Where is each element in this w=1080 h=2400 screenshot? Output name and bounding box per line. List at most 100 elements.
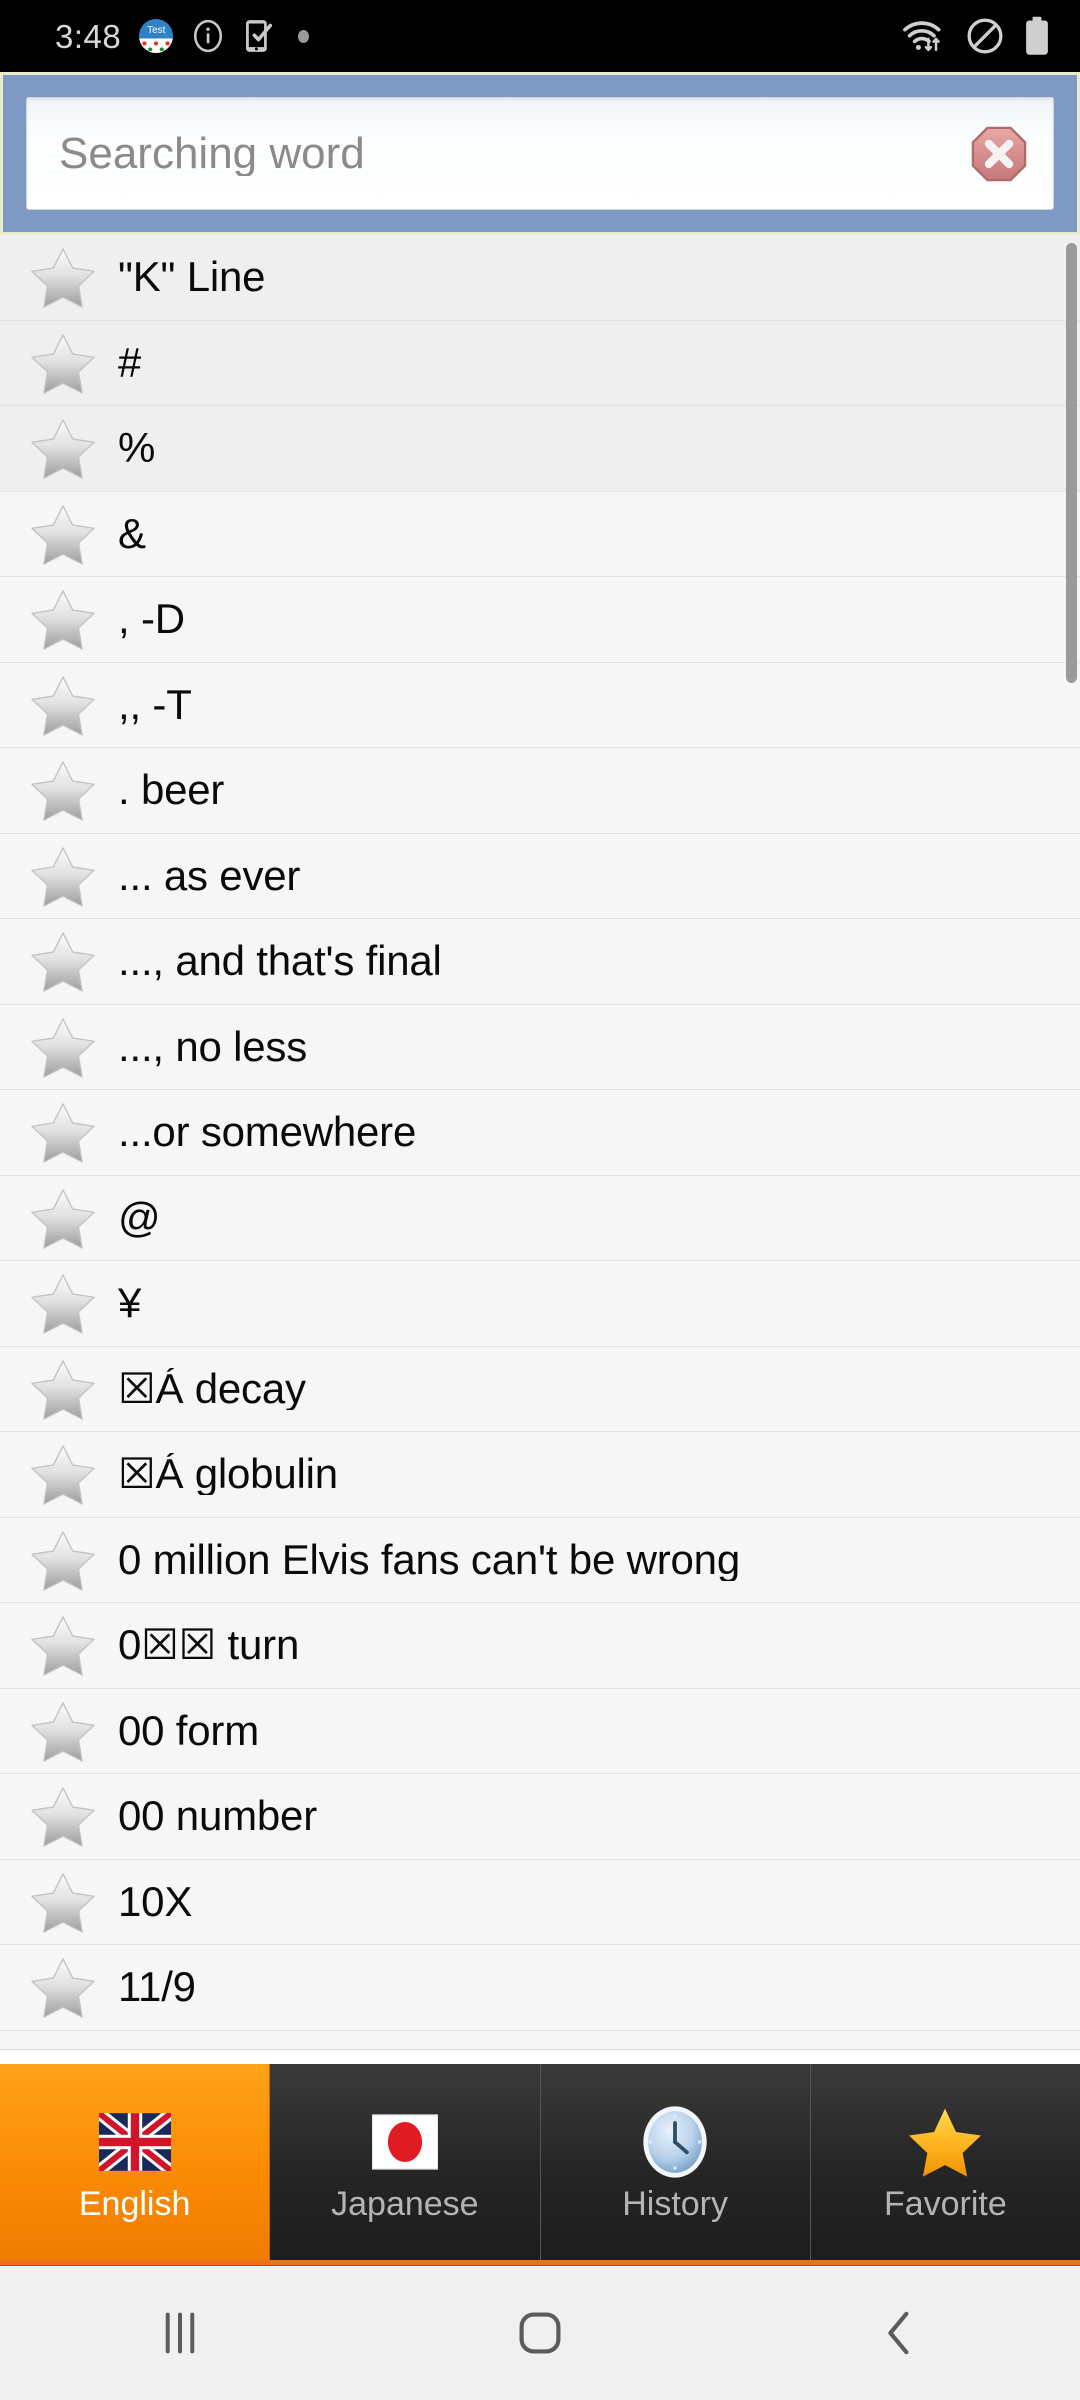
star-outline-icon[interactable] (30, 331, 96, 395)
tab-english[interactable]: English (0, 2064, 271, 2260)
star-outline-icon[interactable] (30, 1870, 96, 1934)
list-item[interactable]: & (0, 491, 1080, 577)
list-item[interactable]: . beer (0, 748, 1080, 834)
star-outline-icon[interactable] (30, 1699, 96, 1763)
home-icon[interactable] (465, 2266, 615, 2400)
star-outline-icon[interactable] (30, 673, 96, 737)
star-outline-icon[interactable] (30, 245, 96, 309)
recents-icon[interactable] (105, 2266, 255, 2400)
star-outline-icon[interactable] (30, 1613, 96, 1677)
star-outline-icon[interactable] (30, 844, 96, 908)
search-panel: Searching word (0, 72, 1080, 235)
back-icon[interactable] (825, 2266, 975, 2400)
list-bottom-gap (0, 2049, 1080, 2064)
star-outline-icon[interactable] (30, 1955, 96, 2019)
list-item-label: & (118, 512, 146, 555)
list-item-label: ... as ever (118, 854, 301, 897)
list-item-label: 10X (118, 1880, 193, 1923)
star-outline-icon[interactable] (30, 1100, 96, 1164)
word-list-container[interactable]: "K" Line #% & , -D ,, -T . beer ... as ever...… (0, 235, 1080, 2049)
list-item[interactable]: ..., and that's final (0, 919, 1080, 1005)
list-item[interactable]: ...or somewhere (0, 1090, 1080, 1176)
list-item-label: ☒Á decay (118, 1367, 306, 1410)
list-item[interactable]: ..., no less (0, 1004, 1080, 1090)
list-item-label: 0☒☒ turn (118, 1624, 300, 1667)
tab-label: English (78, 2185, 191, 2223)
list-item-label: 11/9 (118, 1966, 196, 2009)
list-item[interactable]: ... as ever (0, 833, 1080, 919)
tab-label: Japanese (331, 2185, 479, 2223)
star-outline-icon[interactable] (30, 1357, 96, 1421)
list-item-label: ..., no less (118, 1025, 308, 1068)
battery-icon (1024, 16, 1050, 56)
tab-label: History (622, 2185, 729, 2223)
list-item-label: 0 million Elvis fans can't be wrong (118, 1538, 740, 1581)
star-outline-icon[interactable] (30, 929, 96, 993)
search-input[interactable]: Searching word (26, 97, 1054, 210)
star-outline-icon[interactable] (30, 758, 96, 822)
do-not-disturb-icon (966, 17, 1004, 55)
list-scrollbar-thumb[interactable] (1066, 243, 1077, 683)
star-outline-icon[interactable] (30, 502, 96, 566)
status-bar-right (902, 16, 1050, 56)
clock-icon (636, 2103, 714, 2181)
star-outline-icon[interactable] (30, 1186, 96, 1250)
japan-flag-icon (366, 2103, 444, 2181)
star-outline-icon[interactable] (30, 1442, 96, 1506)
star-outline-icon[interactable] (30, 1784, 96, 1848)
list-item[interactable]: ☒Á decay (0, 1346, 1080, 1432)
status-clock: 3:48 (55, 17, 122, 55)
bottom-tab-bar: English Japanese History Favorite (0, 2064, 1080, 2265)
phone-check-icon (243, 18, 274, 54)
list-item-label: ☒Á globulin (118, 1453, 338, 1496)
list-item-label: # (118, 341, 142, 384)
list-item-label: "K" Line (118, 256, 266, 299)
list-item[interactable]: 0 million Elvis fans can't be wrong (0, 1517, 1080, 1603)
gold-star-icon (906, 2103, 984, 2181)
tab-history[interactable]: History (540, 2064, 811, 2260)
list-item-label: , -D (118, 598, 185, 641)
octagon-close-icon[interactable] (969, 124, 1029, 184)
status-bar-left: 3:48 Test (55, 17, 310, 55)
list-scrollbar[interactable] (1066, 235, 1080, 2049)
list-item[interactable]: ¥ (0, 1261, 1080, 1347)
list-item[interactable]: 00 number (0, 1774, 1080, 1860)
list-item[interactable]: 10X (0, 1859, 1080, 1945)
list-item-label: ,, -T (118, 683, 192, 726)
list-item-label: ¥ (118, 1282, 142, 1325)
app-badge-pattern (139, 38, 174, 51)
list-item[interactable]: ,, -T (0, 662, 1080, 748)
star-outline-icon[interactable] (30, 587, 96, 651)
wifi-transfer-icon (902, 19, 946, 53)
list-item[interactable]: ☒Á globulin (0, 1432, 1080, 1518)
star-outline-icon[interactable] (30, 1015, 96, 1079)
list-item[interactable]: 00 form (0, 1688, 1080, 1774)
list-item-label: @ (118, 1196, 161, 1239)
star-outline-icon[interactable] (30, 416, 96, 480)
tab-favorite[interactable]: Favorite (810, 2064, 1080, 2260)
list-item-label: 00 number (118, 1795, 317, 1838)
word-list: "K" Line #% & , -D ,, -T . beer ... as ever...… (0, 235, 1080, 2031)
list-item[interactable]: # (0, 320, 1080, 406)
search-input-placeholder: Searching word (59, 131, 365, 176)
list-item-label: 00 form (118, 1709, 259, 1752)
list-item[interactable]: "K" Line (0, 235, 1080, 321)
uk-flag-icon (96, 2103, 174, 2181)
star-outline-icon[interactable] (30, 1271, 96, 1335)
star-outline-icon[interactable] (30, 1528, 96, 1592)
android-nav-bar (0, 2265, 1080, 2400)
list-item-label: . beer (118, 769, 225, 812)
tab-japanese[interactable]: Japanese (270, 2064, 541, 2260)
list-item[interactable]: @ (0, 1175, 1080, 1261)
list-item-label: % (118, 427, 156, 470)
list-item[interactable]: 11/9 (0, 1945, 1080, 2031)
list-item-label: ...or somewhere (118, 1111, 417, 1154)
list-item[interactable]: , -D (0, 577, 1080, 663)
list-item-label: ..., and that's final (118, 940, 442, 983)
app-test-icon: Test (139, 19, 174, 53)
list-item[interactable]: 0☒☒ turn (0, 1603, 1080, 1689)
tab-label: Favorite (883, 2185, 1007, 2223)
list-item[interactable]: % (0, 406, 1080, 492)
notification-dot-icon (298, 29, 310, 43)
status-bar: 3:48 Test (0, 0, 1080, 72)
